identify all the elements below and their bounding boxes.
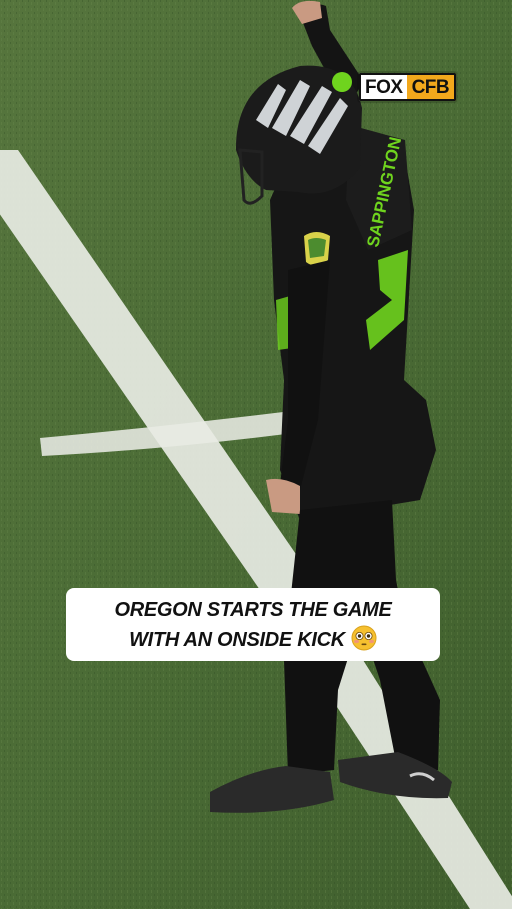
video-frame: SAPPINGTON [0, 0, 512, 909]
caption-text: OREGON STARTS THE GAME WITH AN ONSIDE KI… [114, 595, 391, 655]
flushed-face-emoji-icon [351, 625, 377, 650]
caption-line-2-wrap: WITH AN ONSIDE KICK [114, 625, 391, 655]
caption-box: OREGON STARTS THE GAME WITH AN ONSIDE KI… [66, 588, 440, 661]
logo-fox-text: FOX [359, 73, 407, 101]
caption-line-2: WITH AN ONSIDE KICK [129, 628, 345, 651]
logo-cfb-text: CFB [406, 73, 457, 101]
caption-line-1: OREGON STARTS THE GAME [114, 598, 392, 621]
fox-cfb-logo: FOX CFB [359, 73, 457, 101]
